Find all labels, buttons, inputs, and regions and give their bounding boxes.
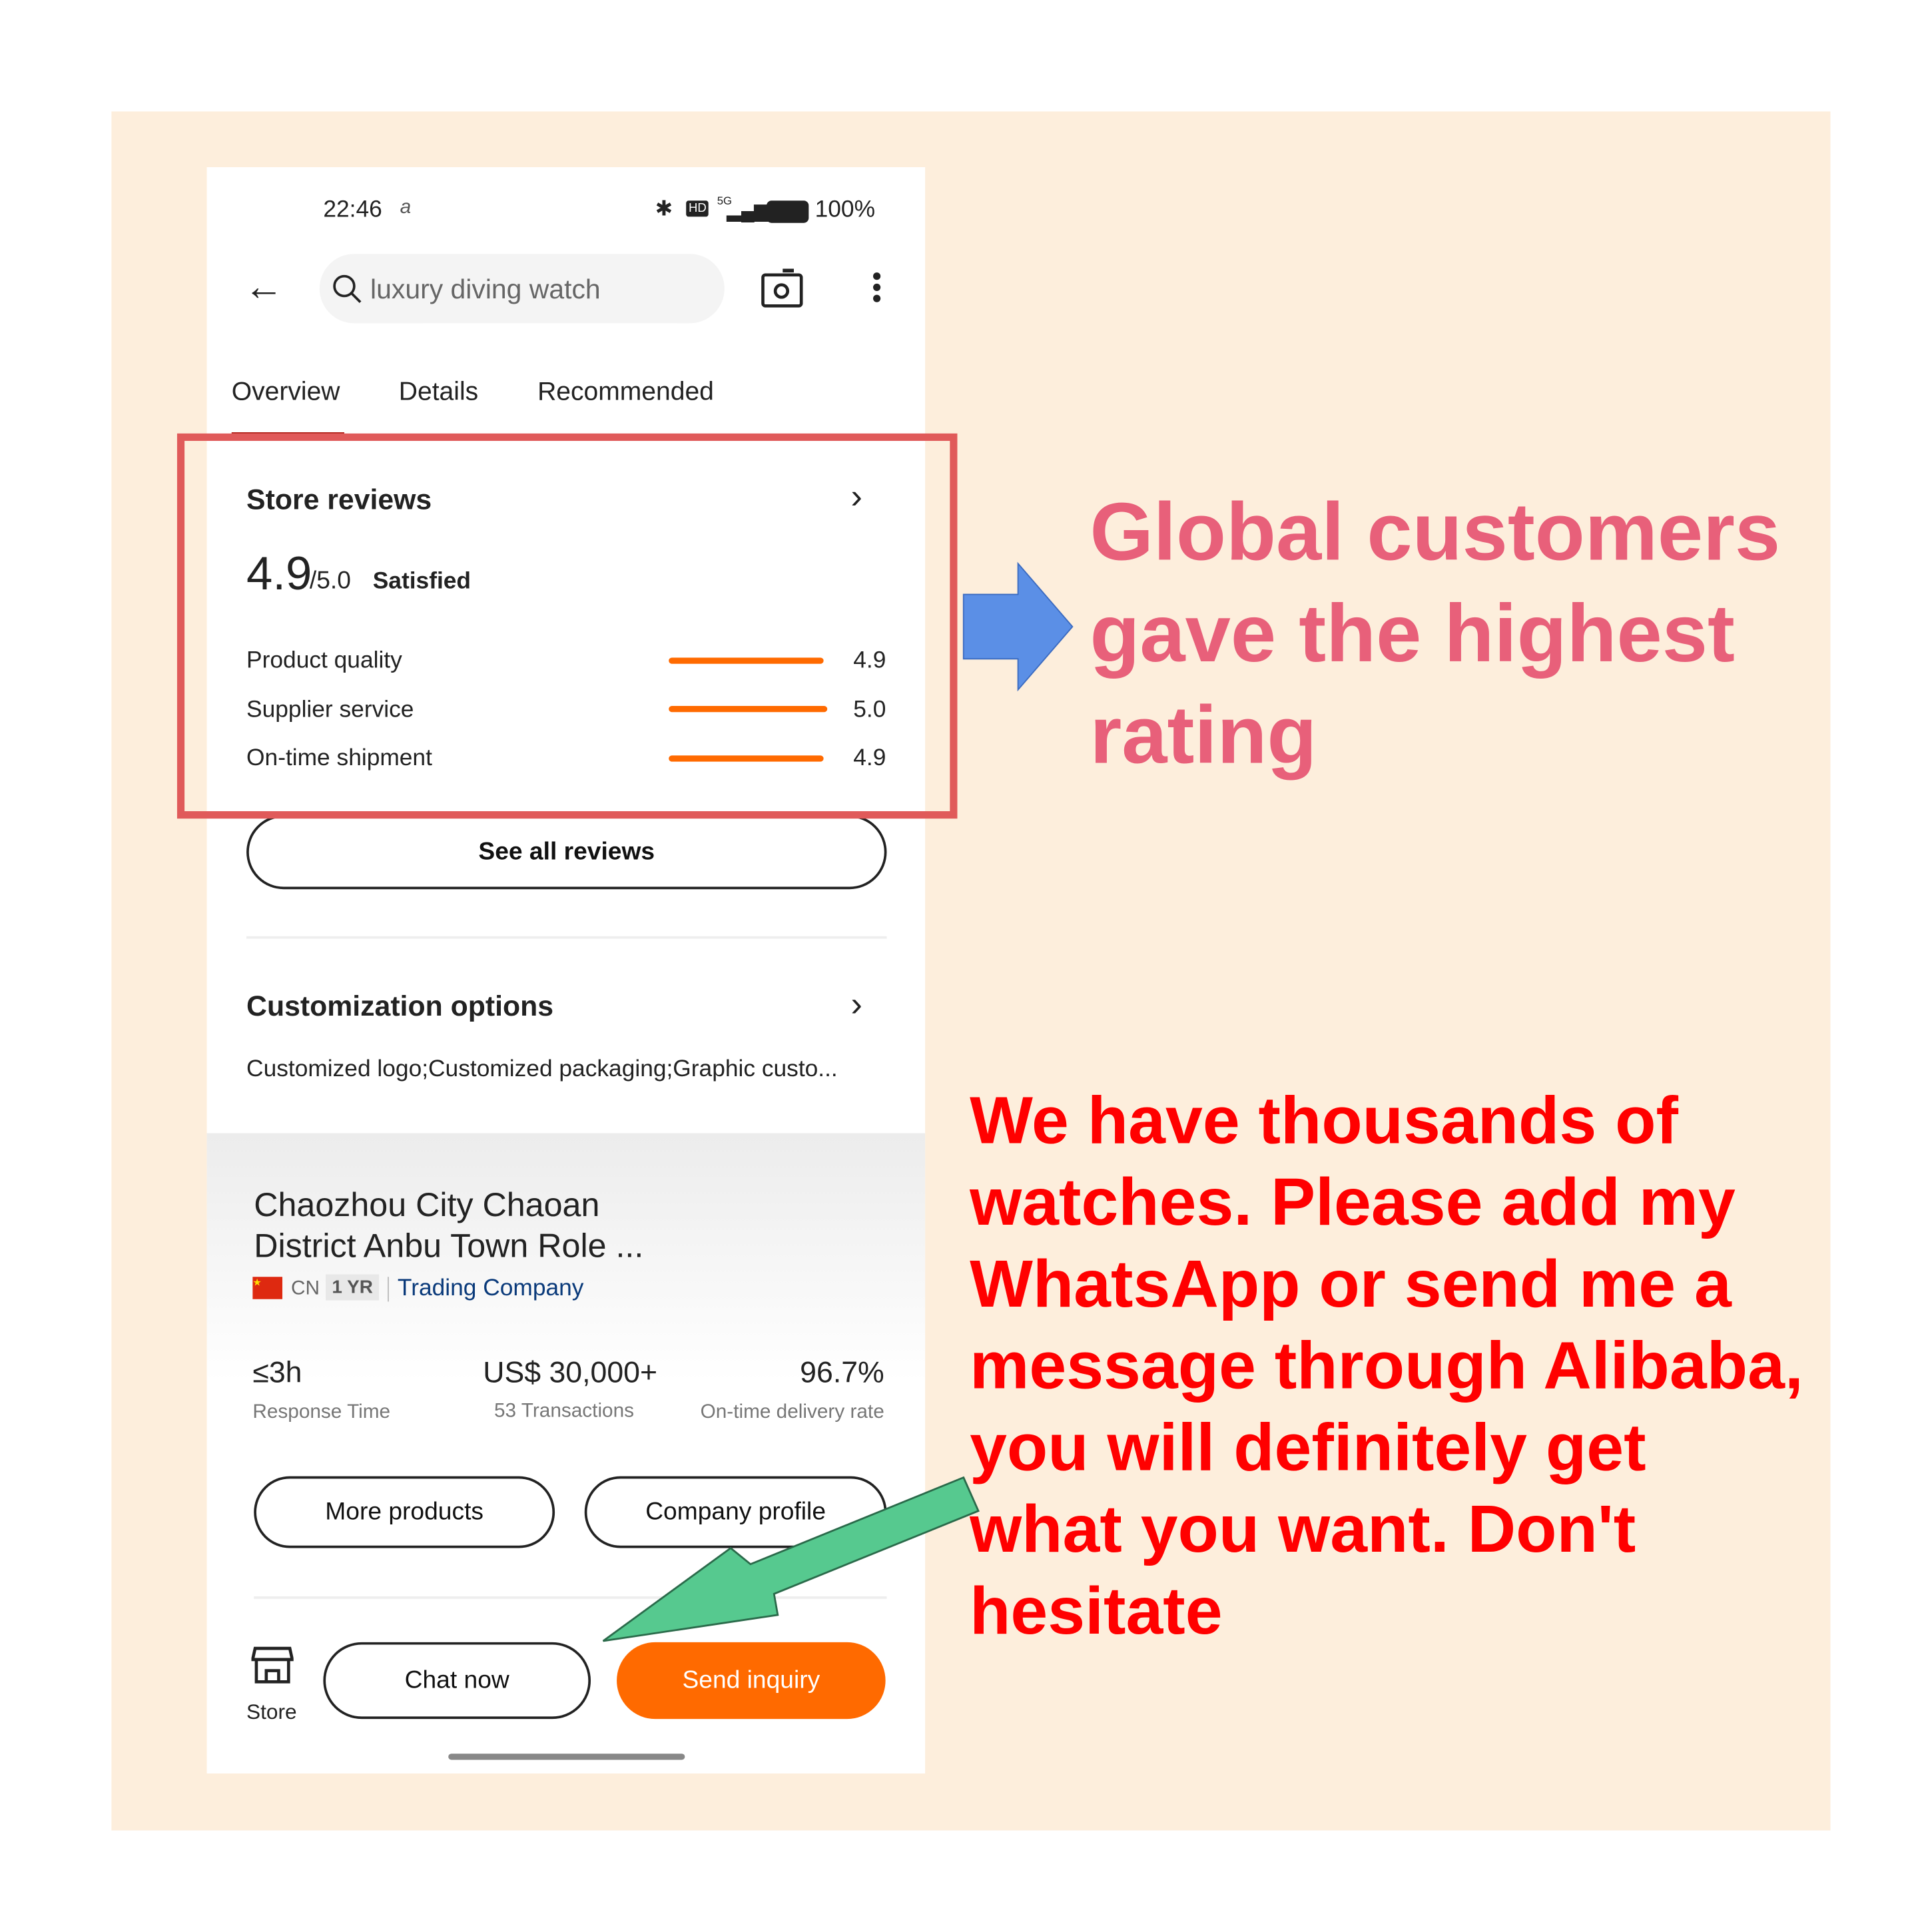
- annotation-line: message through Alibaba,: [970, 1329, 1803, 1403]
- annotation-line: Global customers: [1090, 485, 1781, 577]
- annotation-line: what you want. Don't: [970, 1492, 1636, 1567]
- annotation-line: WhatsApp or send me a: [970, 1247, 1732, 1322]
- red-annotation: We have thousands of watches. Please add…: [970, 1080, 1803, 1652]
- annotation-line: you will definitely get: [970, 1411, 1646, 1485]
- blue-arrow-icon: [962, 561, 1074, 692]
- annotation-line: We have thousands of: [970, 1084, 1678, 1158]
- annotation-line: rating: [1090, 688, 1317, 781]
- pink-annotation: Global customers gave the highest rating: [1090, 481, 1780, 785]
- annotation-line: watches. Please add my: [970, 1165, 1736, 1240]
- green-arrow-icon: [602, 1476, 980, 1642]
- annotation-line: gave the highest: [1090, 587, 1735, 679]
- annotation-line: hesitate: [970, 1574, 1223, 1649]
